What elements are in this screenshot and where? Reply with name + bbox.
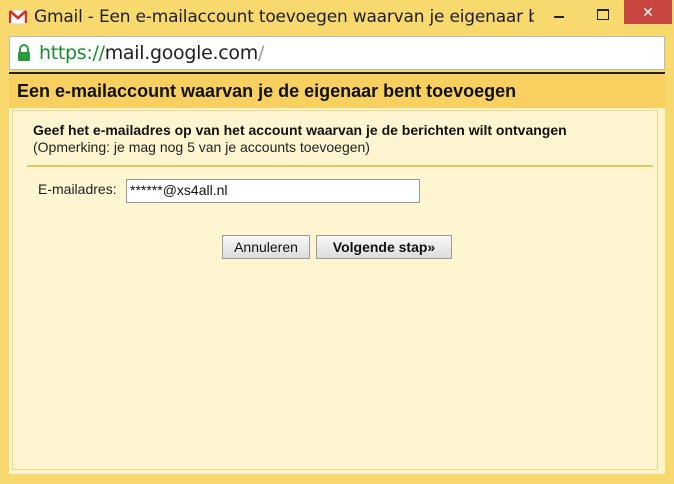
close-icon: ✕ bbox=[642, 3, 654, 20]
maximize-button[interactable] bbox=[581, 0, 625, 28]
browser-window: Gmail - Een e-mailaccount toevoegen waar… bbox=[0, 0, 674, 484]
gmail-logo-icon bbox=[8, 9, 28, 25]
next-step-button[interactable]: Volgende stap» bbox=[316, 235, 452, 259]
cancel-button[interactable]: Annuleren bbox=[222, 235, 310, 259]
add-account-dialog: Een e-mailaccount waarvan je de eigenaar… bbox=[9, 72, 665, 474]
email-label: E-mailadres: bbox=[38, 181, 117, 197]
address-bar[interactable]: https://mail.google.com/ bbox=[9, 36, 665, 70]
title-bar[interactable]: Gmail - Een e-mailaccount toevoegen waar… bbox=[0, 0, 674, 36]
instruction-text: Geef het e-mailadres op van het account … bbox=[33, 122, 567, 138]
email-field[interactable]: ******@xs4all.nl bbox=[126, 179, 420, 203]
url-text: https://mail.google.com/ bbox=[39, 42, 264, 64]
dialog-header: Een e-mailaccount waarvan je de eigenaar… bbox=[9, 74, 665, 108]
dialog-body: Geef het e-mailadres op van het account … bbox=[12, 110, 658, 470]
minimize-button[interactable] bbox=[537, 0, 581, 28]
window-title: Gmail - Een e-mailaccount toevoegen waar… bbox=[34, 7, 534, 27]
url-host: mail.google.com bbox=[104, 42, 259, 64]
maximize-icon bbox=[597, 8, 609, 20]
divider bbox=[27, 165, 653, 167]
url-scheme: https:// bbox=[39, 42, 105, 64]
dialog-title: Een e-mailaccount waarvan je de eigenaar… bbox=[17, 81, 517, 101]
close-button[interactable]: ✕ bbox=[624, 0, 672, 24]
lock-icon bbox=[16, 44, 32, 62]
remaining-accounts-note: (Opmerking: je mag nog 5 van je accounts… bbox=[33, 139, 370, 155]
minimize-icon bbox=[554, 16, 564, 18]
url-path: / bbox=[257, 42, 265, 64]
